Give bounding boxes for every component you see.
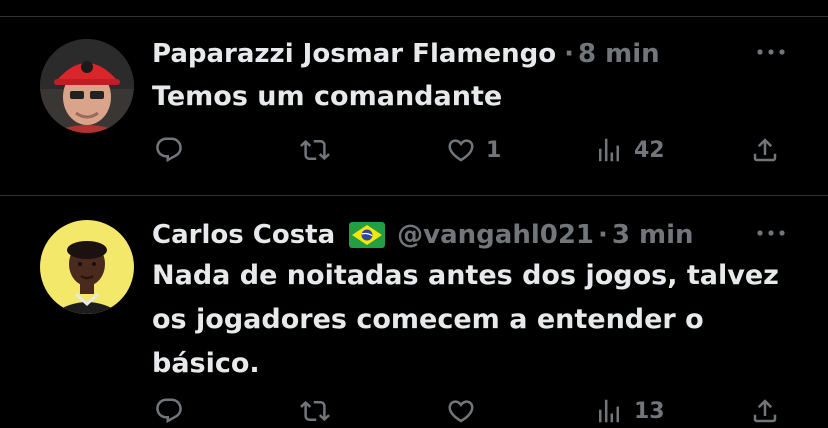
author-name[interactable]: Carlos Costa — [152, 220, 335, 250]
timestamp[interactable]: 8 min — [578, 39, 660, 69]
views-icon — [599, 138, 619, 162]
retweet-button[interactable] — [300, 133, 340, 167]
more-options-button[interactable] — [754, 37, 788, 67]
tweet-actions: 13 — [152, 394, 792, 428]
author-handle[interactable]: @vangahl021 — [397, 220, 594, 250]
views-button[interactable]: 42 — [594, 133, 665, 167]
reply-button[interactable] — [154, 394, 194, 428]
retweet-icon — [300, 139, 330, 161]
tweet-header: Carlos Costa @vangahl021 · 3 min — [152, 218, 694, 252]
reply-icon — [156, 398, 182, 424]
more-icon — [757, 230, 785, 236]
share-button[interactable] — [750, 394, 780, 428]
views-count: 42 — [634, 137, 665, 163]
more-icon — [757, 49, 785, 55]
share-button[interactable] — [750, 133, 780, 167]
tweet-1[interactable]: Paparazzi Josmar Flamengo · 8 min Temos … — [0, 17, 828, 195]
reply-button[interactable] — [154, 133, 194, 167]
tweet-text-line: básico. — [152, 348, 260, 379]
tweet-2[interactable]: Carlos Costa @vangahl021 · 3 min Nada de… — [0, 196, 828, 424]
brazil-flag-icon — [349, 222, 386, 248]
tweet-actions: 1 42 — [152, 133, 792, 167]
tweet-header: Paparazzi Josmar Flamengo · 8 min — [152, 37, 660, 71]
separator: · — [564, 39, 574, 69]
heart-icon — [448, 400, 474, 423]
reply-icon — [156, 137, 182, 163]
like-button[interactable]: 1 — [446, 133, 501, 167]
tweet-text-line: Nada de noitadas antes dos jogos, talvez — [152, 260, 779, 291]
avatar[interactable] — [40, 39, 134, 133]
share-icon — [753, 138, 777, 162]
more-options-button[interactable] — [754, 218, 788, 248]
retweet-icon — [300, 400, 330, 422]
timestamp[interactable]: 3 min — [612, 220, 694, 250]
avatar[interactable] — [40, 220, 134, 314]
retweet-button[interactable] — [300, 394, 340, 428]
author-name[interactable]: Paparazzi Josmar Flamengo — [152, 39, 556, 69]
like-button[interactable] — [446, 394, 486, 428]
tweet-text: Nada de noitadas antes dos jogos, talvez… — [152, 256, 792, 384]
heart-icon — [448, 139, 474, 162]
tweet-text: Temos um comandante — [152, 81, 503, 112]
share-icon — [753, 399, 777, 423]
like-count: 1 — [486, 137, 502, 163]
views-count: 13 — [634, 398, 665, 424]
views-button[interactable]: 13 — [594, 394, 665, 428]
views-icon — [599, 399, 619, 423]
separator: · — [598, 220, 608, 250]
tweet-text-line: os jogadores comecem a entender o — [152, 304, 704, 335]
